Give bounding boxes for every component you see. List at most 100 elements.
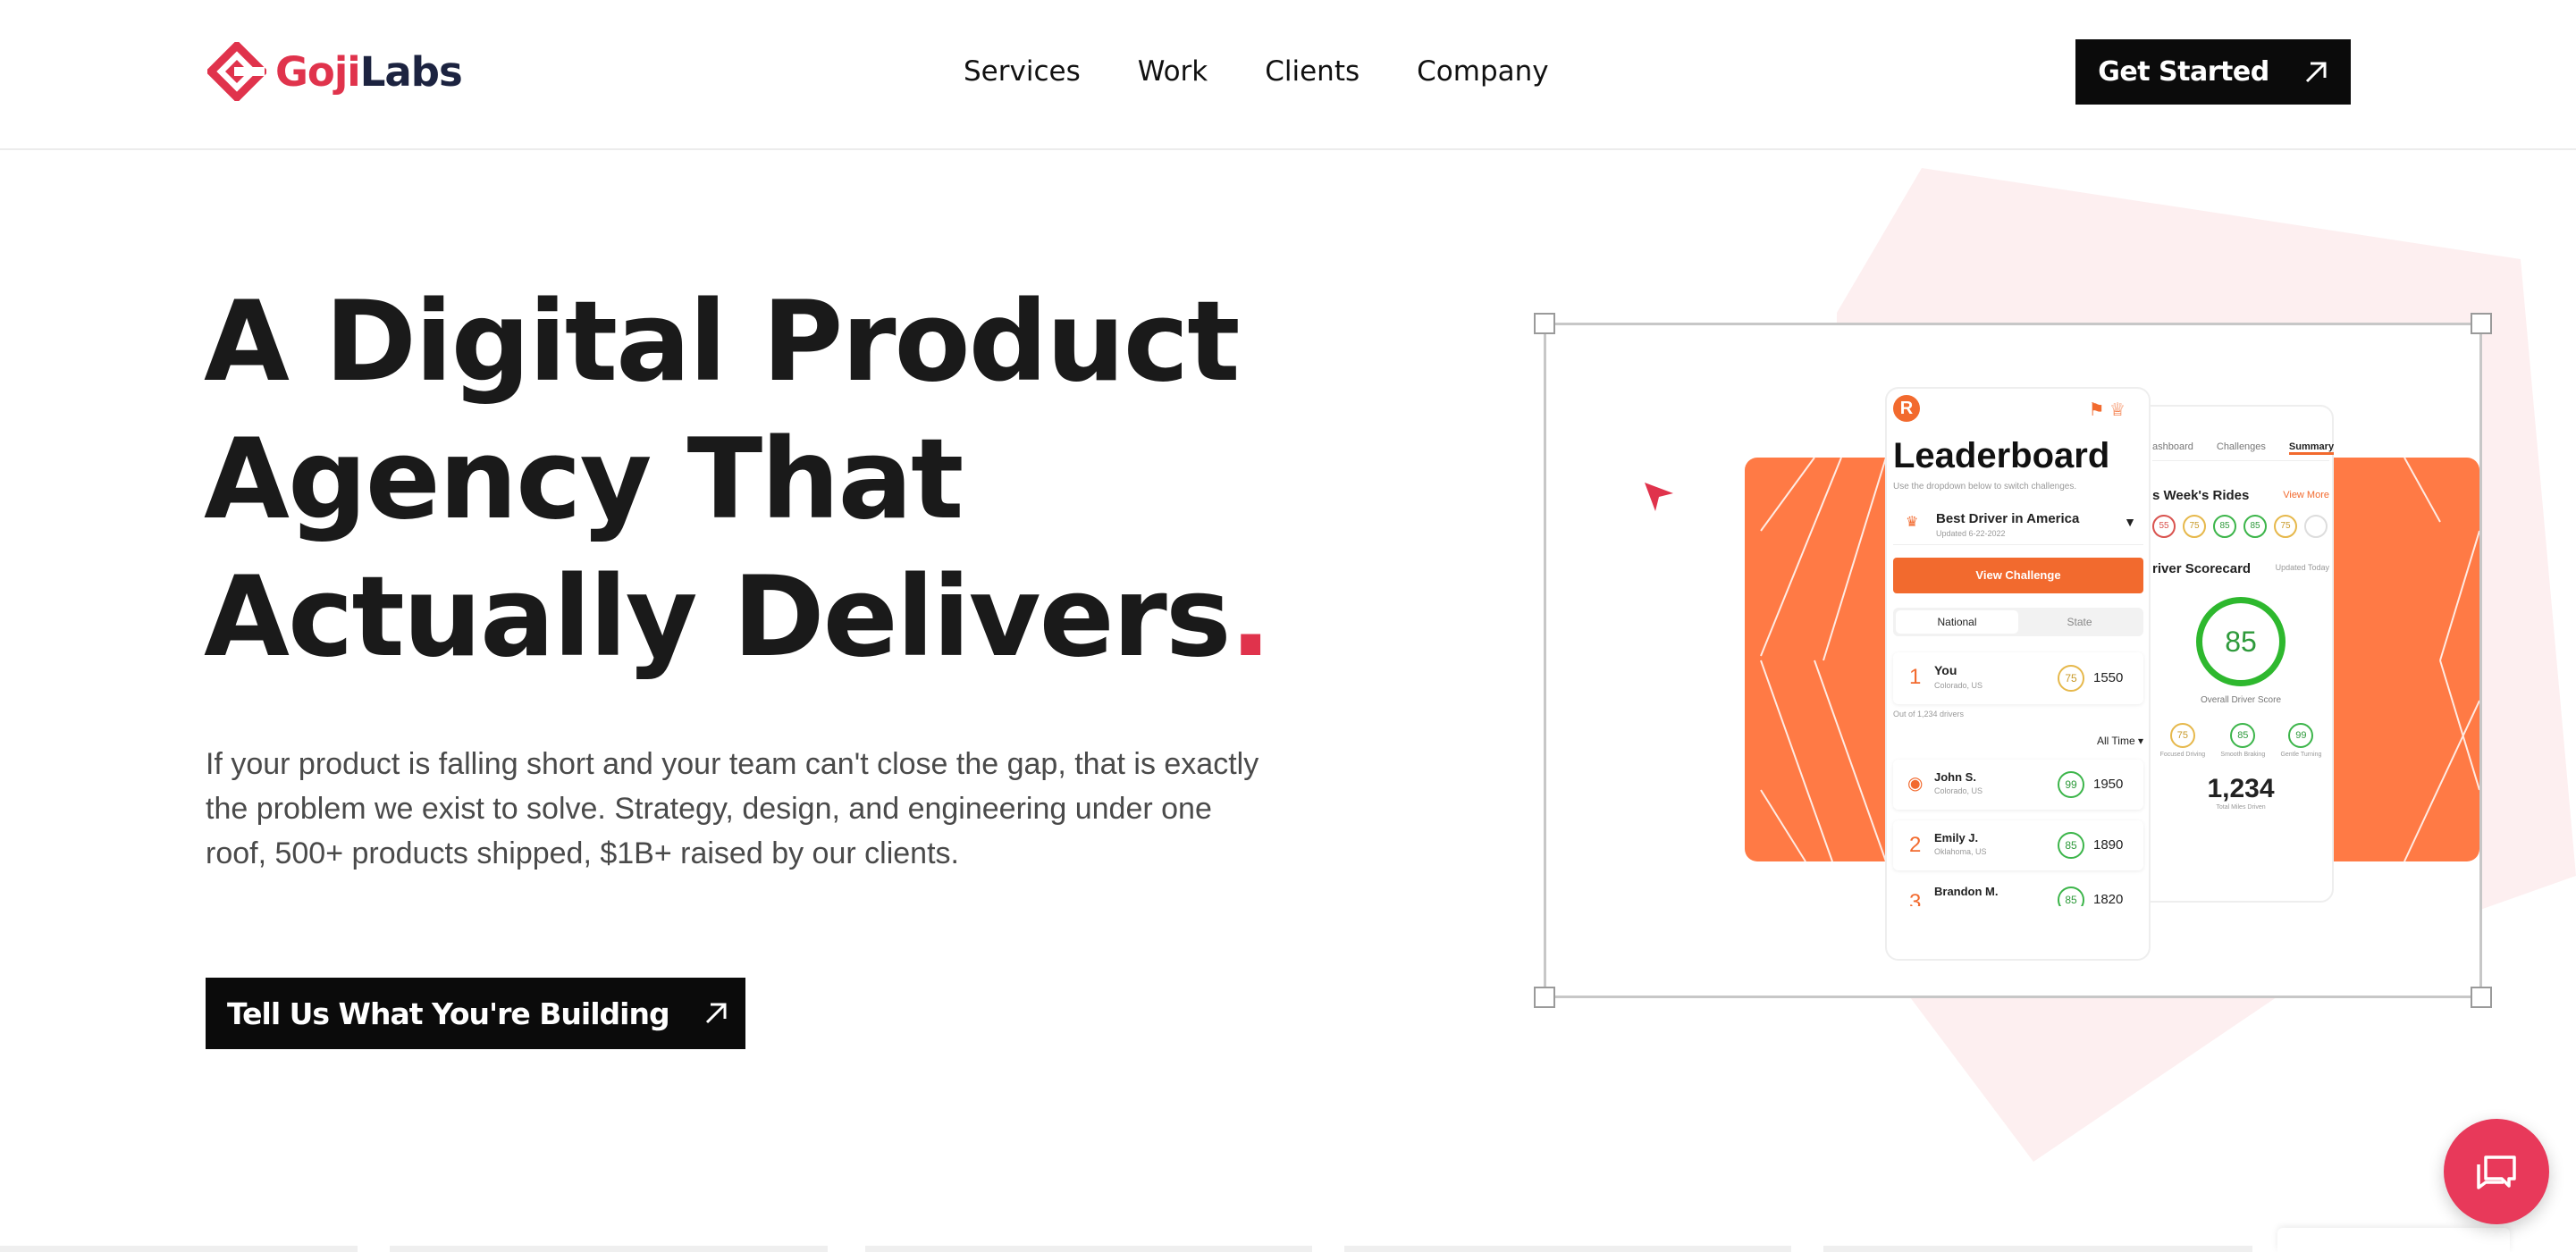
- overall-score-gauge: 85: [2196, 597, 2286, 686]
- challenge-updated: Updated 6-22-2022: [1936, 529, 2006, 538]
- scope-toggle: National State: [1893, 608, 2143, 636]
- out-of-count: Out of 1,234 drivers: [1893, 710, 1965, 718]
- hero-title-line-2: Agency That: [204, 416, 964, 544]
- nav-work[interactable]: Work: [1138, 50, 1208, 93]
- day-scores: 55 75 85 85 75: [2152, 515, 2329, 538]
- medal-icon: ◉: [1907, 774, 1924, 794]
- tab-summary: Summary: [2288, 441, 2335, 455]
- section-divider: [1823, 1246, 2252, 1252]
- arrow-up-right-icon: [705, 1003, 727, 1024]
- row-points: 1890: [2093, 837, 2124, 853]
- sub-score: 85 Smooth Braking: [2220, 723, 2265, 758]
- chevron-down-icon: ▼: [2124, 515, 2136, 529]
- row-name: Emily J.: [1934, 831, 1979, 844]
- leaderboard-row: 2 Emily J. Oklahoma, US 85 1890: [1893, 820, 2143, 870]
- logo-goji-text: Goji: [275, 47, 361, 96]
- row-score-badge: 99: [2058, 771, 2084, 798]
- sub-score-value: 85: [2230, 723, 2256, 748]
- day-score-badge-empty: [2304, 515, 2328, 538]
- sub-scores: 75 Focused Driving 85 Smooth Braking 99 …: [2152, 723, 2329, 758]
- section-divider: [1344, 1246, 1791, 1252]
- logo-mark-icon: [207, 42, 266, 101]
- chat-button[interactable]: [2444, 1119, 2549, 1224]
- row-location: Colorado, US: [1934, 786, 1983, 795]
- chat-icon: [2477, 1155, 2516, 1189]
- section-divider: [0, 1246, 358, 1252]
- arrow-up-right-icon: [2305, 62, 2327, 82]
- day-score-badge: 55: [2152, 515, 2176, 538]
- row-rank: 2: [1909, 833, 1922, 857]
- section-divider: [865, 1246, 1312, 1252]
- floating-card: [2277, 1228, 2510, 1252]
- logo[interactable]: GojiLabs: [207, 42, 463, 101]
- time-filter-label: All Time: [2096, 735, 2135, 747]
- sub-score-label: Smooth Braking: [2220, 752, 2266, 758]
- sub-score-label: Focused Driving: [2159, 752, 2206, 758]
- scorecard-title: river Scorecard: [2152, 561, 2252, 576]
- leaderboard-you-row: 1 You Colorado, US 75 1550: [1893, 652, 2143, 704]
- trophy-icon: ♛: [1906, 515, 1919, 530]
- main-nav: Services Work Clients Company: [964, 50, 1606, 93]
- sub-score: 99 Gentle Turning: [2280, 723, 2321, 758]
- resize-handle-top-left[interactable]: [1534, 313, 1555, 334]
- row-points: 1950: [2093, 777, 2124, 792]
- row-name: Brandon M.: [1934, 885, 1999, 898]
- row-rank: 3: [1909, 890, 1922, 906]
- hero-title: A Digital Product Agency That Actually D…: [204, 273, 1366, 686]
- logo-wordmark: GojiLabs: [275, 47, 463, 96]
- you-rank: 1: [1909, 665, 1922, 689]
- resize-handle-top-right[interactable]: [2471, 313, 2492, 334]
- miles-total: 1,234: [2207, 774, 2275, 803]
- summary-tabs: ashboard Challenges Summary: [2152, 441, 2335, 461]
- you-name: You: [1934, 663, 1957, 677]
- overall-score-label: Overall Driver Score: [2200, 695, 2282, 705]
- hero-title-line-3: Actually Delivers: [204, 553, 1232, 682]
- tab-challenges: Challenges: [2216, 441, 2266, 452]
- row-points: 1820: [2093, 892, 2124, 906]
- hero-title-dot: .: [1229, 553, 1272, 682]
- hero-subtitle: If your product is falling short and you…: [206, 747, 1259, 870]
- nav-clients[interactable]: Clients: [1265, 50, 1360, 93]
- sub-score-label: Gentle Turning: [2280, 752, 2322, 758]
- logo-labs-text: Labs: [359, 47, 463, 96]
- day-score-badge: 75: [2274, 515, 2297, 538]
- rides-header: s Week's Rides View More: [2152, 488, 2329, 506]
- nav-services[interactable]: Services: [964, 50, 1081, 93]
- row-score-badge: 85: [2058, 832, 2084, 859]
- day-score-badge: 85: [2213, 515, 2236, 538]
- day-score-badge: 85: [2243, 515, 2267, 538]
- tab-national: National: [1896, 610, 2018, 634]
- sub-score: 75 Focused Driving: [2159, 723, 2206, 758]
- resize-handle-bottom-right[interactable]: [2471, 987, 2492, 1008]
- scorecard-header: river Scorecard Updated Today: [2152, 561, 2329, 579]
- you-score-badge: 75: [2058, 665, 2084, 692]
- cursor-arrow-icon: [1645, 483, 1673, 511]
- nav-company[interactable]: Company: [1417, 50, 1548, 93]
- section-divider: [390, 1246, 828, 1252]
- tab-state: State: [2067, 616, 2092, 628]
- summary-panel: ashboard Challenges Summary s Week's Rid…: [2152, 424, 2335, 811]
- leaderboard-hint: Use the dropdown below to switch challen…: [1893, 482, 2077, 492]
- challenge-dropdown: ♛ Best Driver in America Updated 6-22-20…: [1893, 508, 2143, 545]
- site-header: GojiLabs Services Work Clients Company G…: [0, 0, 2576, 150]
- leaderboard-row: ◉ John S. Colorado, US 99 1950: [1893, 760, 2143, 810]
- leaderboard-row: 3 Brandon M. 85 1820: [1893, 881, 2143, 906]
- get-started-button[interactable]: Get Started: [2075, 39, 2351, 105]
- app-logo-icon: R: [1893, 395, 1920, 422]
- tell-us-button[interactable]: Tell Us What You're Building: [206, 978, 745, 1049]
- get-started-label: Get Started: [2098, 56, 2269, 88]
- challenge-name: Best Driver in America: [1936, 511, 2080, 526]
- hero-title-line-1: A Digital Product: [204, 278, 1241, 407]
- tab-dashboard: ashboard: [2152, 441, 2193, 452]
- rides-title: s Week's Rides: [2152, 488, 2250, 503]
- day-score-badge: 75: [2183, 515, 2206, 538]
- row-score-badge: 85: [2058, 886, 2084, 906]
- hero-image-frame[interactable]: R ⚑ ♕ Leaderboard Use the dropdown below…: [1534, 313, 2492, 1008]
- you-points: 1550: [2093, 670, 2124, 685]
- leaderboard-title: Leaderboard: [1893, 436, 2110, 475]
- tell-us-label: Tell Us What You're Building: [227, 996, 670, 1031]
- sub-score-value: 99: [2288, 723, 2314, 748]
- resize-handle-bottom-left[interactable]: [1534, 987, 1555, 1008]
- miles-label: Total Miles Driven: [2216, 804, 2266, 811]
- time-filter: All Time ▾: [2096, 735, 2143, 747]
